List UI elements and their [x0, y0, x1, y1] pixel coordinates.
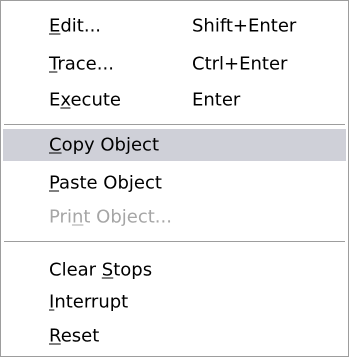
menu-item-edit-shortcut: Shift+Enter	[192, 15, 297, 37]
menu-item-trace[interactable]: Trace... Ctrl+Enter	[3, 48, 346, 80]
menu-item-execute[interactable]: Execute Enter	[3, 84, 346, 116]
menu-item-interrupt[interactable]: Interrupt	[3, 286, 346, 318]
menu-item-copy-object[interactable]: Copy Object	[3, 129, 346, 161]
menu-item-copy-object-label: Copy Object	[49, 134, 160, 156]
menu-item-interrupt-label: Interrupt	[49, 291, 129, 313]
menu-item-print-object-label: Print Object...	[49, 206, 172, 228]
menu-item-clear-stops-label: Clear Stops	[49, 259, 153, 281]
menu-item-trace-label: Trace...	[49, 53, 114, 75]
menu-item-reset[interactable]: Reset	[3, 320, 346, 352]
menu-separator	[4, 124, 345, 125]
context-menu: Edit... Shift+Enter Trace... Ctrl+Enter …	[0, 0, 349, 357]
menu-item-print-object: Print Object...	[3, 201, 346, 233]
menu-item-execute-shortcut: Enter	[192, 89, 241, 111]
menu-item-edit-label: Edit...	[49, 15, 102, 37]
menu-item-edit[interactable]: Edit... Shift+Enter	[3, 10, 346, 42]
menu-item-clear-stops[interactable]: Clear Stops	[3, 254, 346, 286]
menu-separator	[4, 241, 345, 242]
menu-item-execute-label: Execute	[49, 89, 121, 111]
menu-item-trace-shortcut: Ctrl+Enter	[192, 53, 288, 75]
menu-item-paste-object[interactable]: Paste Object	[3, 167, 346, 199]
menu-item-reset-label: Reset	[49, 325, 100, 347]
menu-item-paste-object-label: Paste Object	[49, 172, 162, 194]
